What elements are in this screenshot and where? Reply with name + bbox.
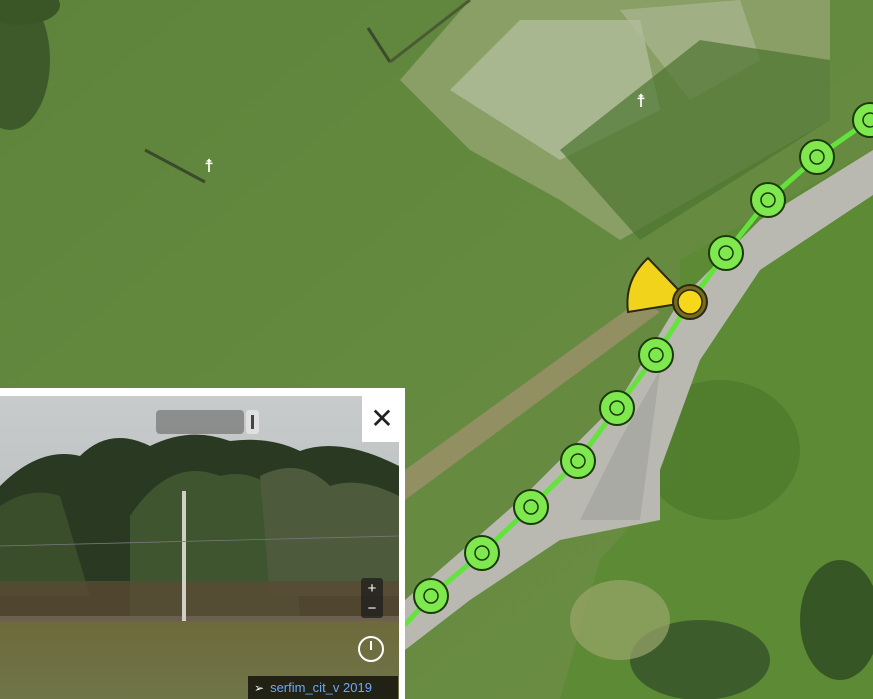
close-viewer-button[interactable]: ✕ — [362, 396, 402, 442]
current-position-dot — [677, 289, 703, 315]
close-icon: ✕ — [370, 403, 394, 434]
photo-attribution: ➢ serfim_cit_v 2019 — [248, 676, 398, 699]
viewer-zoom-control: + − — [361, 578, 383, 618]
zoom-out-button[interactable]: − — [368, 601, 377, 616]
wayside-cross-icon[interactable]: ☨ — [204, 156, 214, 177]
track-marker[interactable] — [413, 578, 449, 614]
track-marker[interactable] — [750, 182, 786, 218]
track-marker[interactable] — [560, 443, 596, 479]
track-marker[interactable] — [599, 390, 635, 426]
track-marker[interactable] — [638, 337, 674, 373]
navigation-arrow-icon: ➢ — [254, 680, 265, 695]
track-marker[interactable] — [799, 139, 835, 175]
street-level-photo[interactable] — [0, 396, 399, 699]
track-marker[interactable] — [708, 235, 744, 271]
wayside-cross-icon[interactable]: ☨ — [636, 91, 646, 112]
panorama-seek-bar[interactable] — [156, 410, 244, 434]
track-marker[interactable] — [513, 489, 549, 525]
compass-icon[interactable] — [358, 636, 384, 662]
attribution-username[interactable]: serfim_cit_v 2019 — [270, 680, 372, 695]
zoom-in-button[interactable]: + — [368, 581, 377, 596]
panorama-seek-handle[interactable] — [246, 410, 259, 434]
track-marker[interactable] — [464, 535, 500, 571]
photo-utility-pole — [182, 491, 186, 621]
street-level-viewer — [0, 388, 405, 699]
map-dry-grass — [570, 580, 670, 660]
